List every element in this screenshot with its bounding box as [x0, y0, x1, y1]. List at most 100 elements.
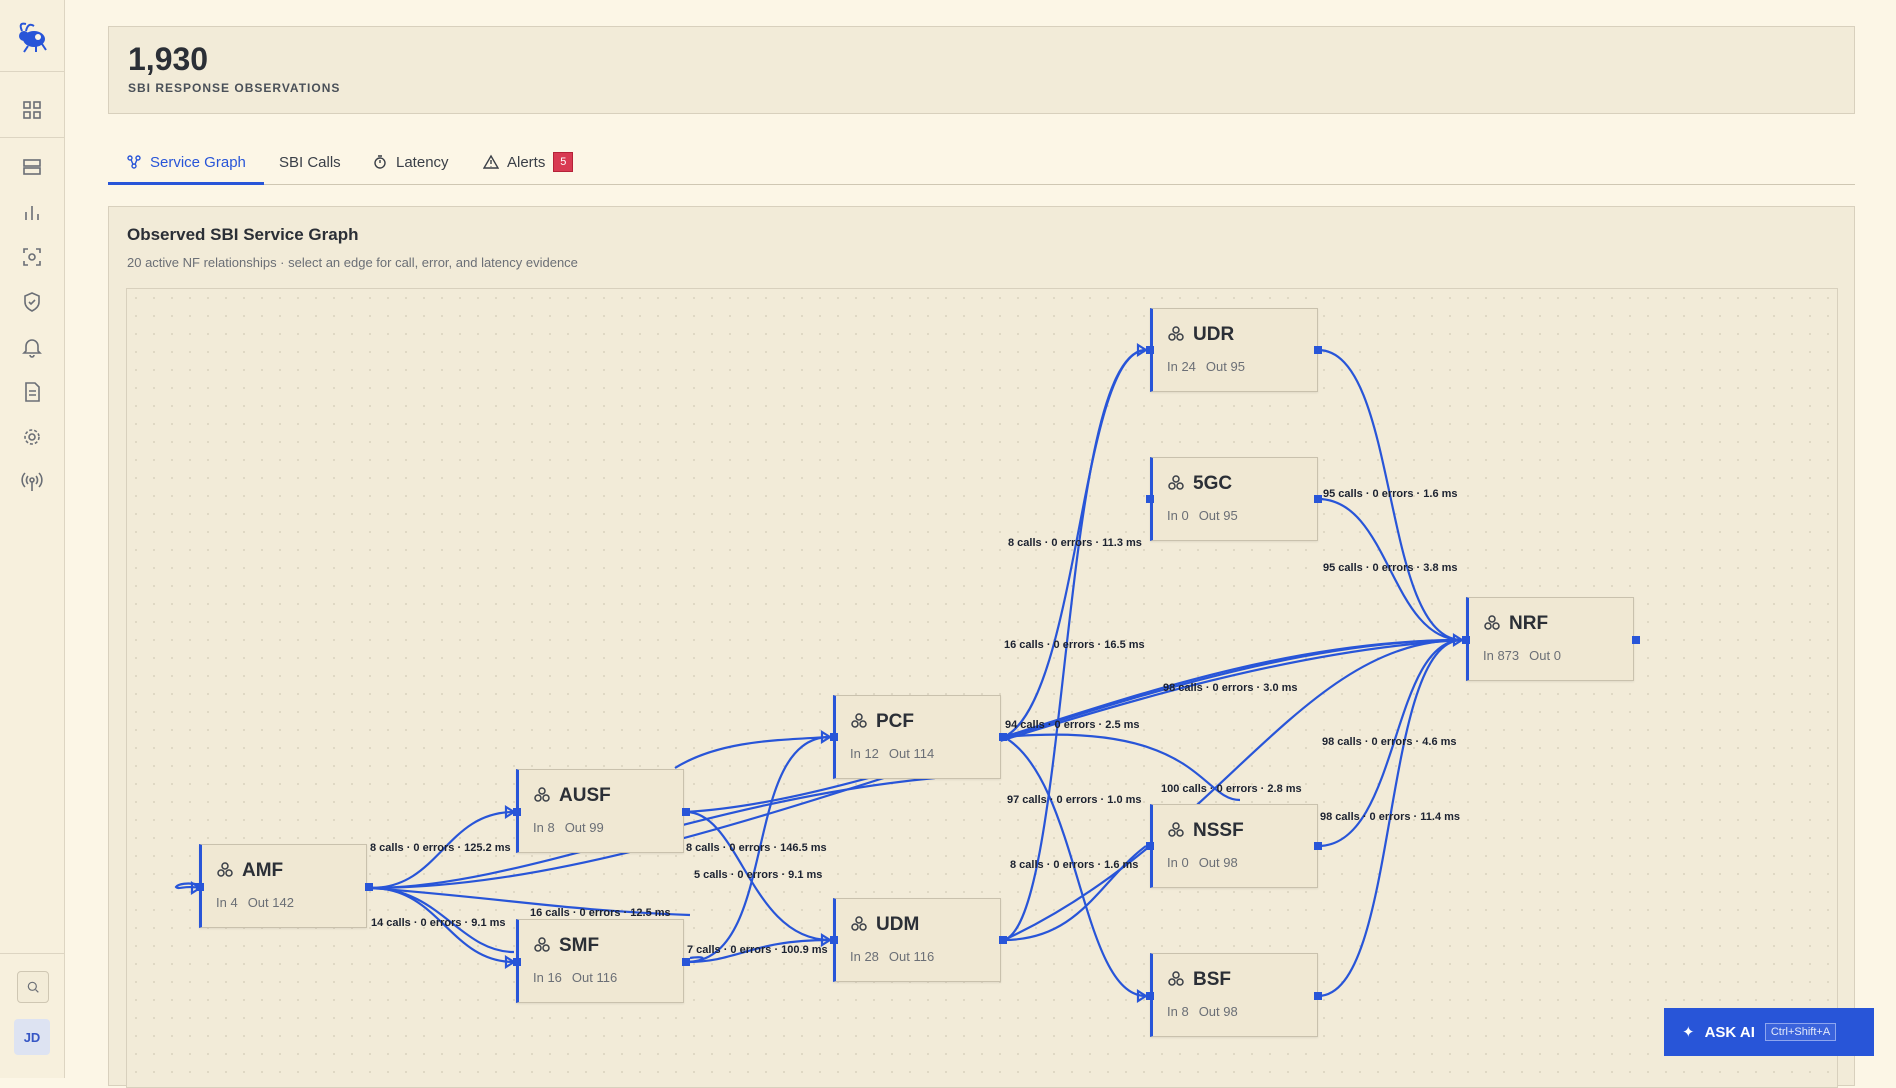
document-icon[interactable] [20, 380, 44, 404]
network-function-icon [1484, 615, 1500, 630]
node-port[interactable] [1462, 636, 1470, 644]
node-port[interactable] [999, 936, 1007, 944]
alert-count-badge: 5 [553, 152, 574, 172]
node-pcf[interactable]: PCF In 12 Out 114 [833, 695, 1001, 779]
edge-label[interactable]: 98 calls · 0 errors · 3.0 ms [1163, 682, 1298, 694]
node-udm[interactable]: UDM In 28 Out 116 [833, 898, 1001, 982]
node-port[interactable] [830, 733, 838, 741]
node-in: In 12 [850, 746, 879, 761]
edge-label[interactable]: 16 calls · 0 errors · 16.5 ms [1004, 639, 1145, 651]
scan-icon[interactable] [20, 245, 44, 269]
node-amf[interactable]: AMF In 4 Out 142 [199, 844, 367, 928]
sidebar: JD [0, 0, 65, 1078]
node-port[interactable] [1314, 842, 1322, 850]
edge-label[interactable]: 95 calls · 0 errors · 1.6 ms [1323, 488, 1458, 500]
sidebar-divider [0, 953, 64, 954]
graph-icon [127, 155, 141, 169]
node-port[interactable] [1314, 346, 1322, 354]
bell-icon[interactable] [20, 335, 44, 359]
edge-label[interactable]: 8 calls · 0 errors · 125.2 ms [370, 842, 511, 854]
node-in: In 4 [216, 895, 238, 910]
node-out: Out 95 [1198, 508, 1238, 523]
gear-icon[interactable] [20, 425, 44, 449]
edge-label[interactable]: 14 calls · 0 errors · 9.1 ms [371, 917, 506, 929]
network-function-icon [851, 916, 867, 931]
node-out: Out 116 [571, 970, 618, 985]
edge-label[interactable]: 97 calls · 0 errors · 1.0 ms [1007, 794, 1142, 806]
node-stats: In 8 Out 98 [1167, 1004, 1248, 1019]
node-port[interactable] [1146, 842, 1154, 850]
node-bsf[interactable]: BSF In 8 Out 98 [1150, 953, 1318, 1037]
network-function-icon [1168, 971, 1184, 986]
node-udr[interactable]: UDR In 24 Out 95 [1150, 308, 1318, 392]
node-port[interactable] [1314, 992, 1322, 1000]
node-stats: In 16 Out 116 [533, 970, 627, 985]
edge-label[interactable]: 8 calls · 0 errors · 146.5 ms [686, 842, 827, 854]
app-logo[interactable] [12, 16, 52, 56]
node-port[interactable] [1632, 636, 1640, 644]
search-button[interactable] [17, 971, 49, 1003]
node-smf[interactable]: SMF In 16 Out 116 [516, 919, 684, 1003]
node-port[interactable] [1146, 346, 1154, 354]
edge-label[interactable]: 8 calls · 0 errors · 1.6 ms [1010, 859, 1138, 871]
node-port[interactable] [999, 733, 1007, 741]
node-port[interactable] [682, 958, 690, 966]
panel-title: Observed SBI Service Graph [127, 225, 359, 244]
edge-label[interactable]: 98 calls · 0 errors · 11.4 ms [1320, 811, 1460, 823]
network-function-icon [1168, 822, 1184, 837]
node-name: AUSF [559, 785, 611, 806]
node-nssf[interactable]: NSSF In 0 Out 98 [1150, 804, 1318, 888]
antenna-icon[interactable] [20, 470, 44, 494]
node-in: In 24 [1167, 359, 1196, 374]
node-port[interactable] [513, 958, 521, 966]
node-stats: In 4 Out 142 [216, 895, 304, 910]
server-icon[interactable] [20, 155, 44, 179]
edge-label[interactable]: 100 calls · 0 errors · 2.8 ms [1161, 783, 1302, 795]
edge-label[interactable]: 95 calls · 0 errors · 3.8 ms [1323, 562, 1458, 574]
node-port[interactable] [1314, 495, 1322, 503]
edge-label[interactable]: 16 calls · 0 errors · 12.5 ms [530, 907, 671, 919]
node-name: UDR [1193, 324, 1235, 345]
tab-alerts[interactable]: Alerts 5 [483, 140, 574, 184]
tab-label: Service Graph [150, 153, 246, 171]
tab-service-graph[interactable]: Service Graph [108, 140, 264, 185]
node-name: PCF [876, 711, 914, 732]
node-stats: In 8 Out 99 [533, 820, 614, 835]
avatar[interactable]: JD [14, 1019, 50, 1055]
stat-label: SBI RESPONSE OBSERVATIONS [128, 81, 341, 95]
node-port[interactable] [830, 936, 838, 944]
shield-icon[interactable] [20, 290, 44, 314]
node-out: Out 99 [564, 820, 604, 835]
node-port[interactable] [682, 808, 690, 816]
tab-label: SBI Calls [279, 153, 341, 171]
tab-latency[interactable]: Latency [372, 140, 449, 184]
sidebar-divider [0, 71, 64, 72]
edge-label[interactable]: 98 calls · 0 errors · 4.6 ms [1322, 736, 1457, 748]
node-name: SMF [559, 935, 600, 956]
node-out: Out 95 [1205, 359, 1245, 374]
sidebar-divider [0, 137, 64, 138]
node-nrf[interactable]: NRF In 873 Out 0 [1466, 597, 1634, 681]
edge-label[interactable]: 8 calls · 0 errors · 11.3 ms [1008, 537, 1142, 549]
node-5gc[interactable]: 5GC In 0 Out 95 [1150, 457, 1318, 541]
node-ausf[interactable]: AUSF In 8 Out 99 [516, 769, 684, 853]
bar-chart-icon[interactable] [20, 200, 44, 224]
node-stats: In 28 Out 116 [850, 949, 944, 964]
edge-label[interactable]: 94 calls · 0 errors · 2.5 ms [1005, 719, 1140, 731]
tab-sbi-calls[interactable]: SBI Calls [279, 140, 341, 184]
node-port[interactable] [196, 883, 204, 891]
node-out: Out 98 [1198, 855, 1238, 870]
dashboard-icon[interactable] [20, 98, 44, 122]
edge-label[interactable]: 5 calls · 0 errors · 9.1 ms [694, 869, 822, 881]
node-port[interactable] [365, 883, 373, 891]
tab-label: Alerts [507, 153, 546, 171]
node-port[interactable] [1146, 992, 1154, 1000]
node-port[interactable] [1146, 495, 1154, 503]
node-name: BSF [1193, 969, 1231, 990]
node-out: Out 116 [888, 949, 935, 964]
panel-subtitle: 20 active NF relationships · select an e… [127, 255, 578, 270]
ask-ai-button[interactable]: ✦ ASK AI Ctrl+Shift+A [1664, 1008, 1874, 1056]
node-port[interactable] [513, 808, 521, 816]
node-name: UDM [876, 914, 920, 935]
edge-label[interactable]: 7 calls · 0 errors · 100.9 ms [687, 944, 828, 956]
